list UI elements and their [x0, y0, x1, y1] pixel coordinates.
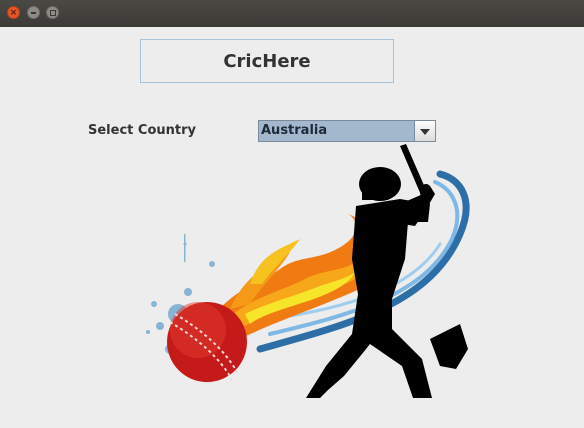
country-dropdown[interactable]: Australia: [258, 120, 436, 142]
cricket-illustration: [146, 144, 470, 398]
close-window-icon[interactable]: ×: [7, 6, 20, 19]
select-country-label: Select Country: [88, 123, 196, 138]
cricket-ball: [167, 302, 247, 382]
minimize-window-icon[interactable]: [27, 6, 40, 19]
country-dropdown-value: Australia: [261, 123, 328, 138]
dropdown-arrow-icon[interactable]: [414, 121, 435, 141]
window-titlebar: ×: [0, 0, 584, 27]
app-title-panel: CricHere: [140, 39, 394, 83]
maximize-window-icon[interactable]: [46, 6, 59, 19]
app-title: CricHere: [223, 50, 311, 72]
